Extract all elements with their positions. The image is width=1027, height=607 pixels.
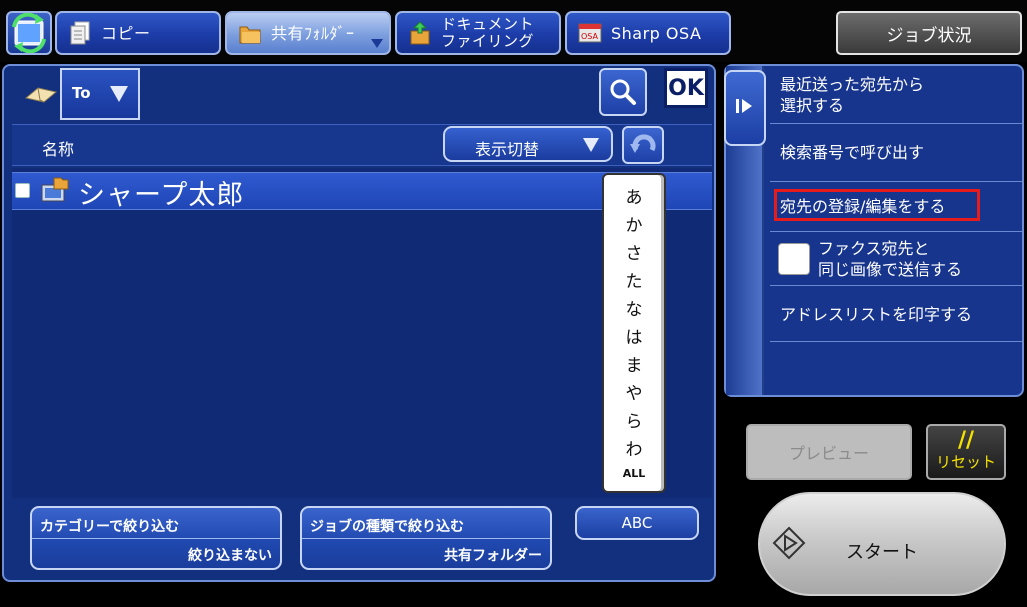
tab-shared-folder[interactable]: 共有ﾌｫﾙﾀﾞｰ [225,11,391,55]
abc-index-button[interactable]: ABC [575,506,699,540]
row-name: シャープ太郎 [78,180,245,211]
job-status-button[interactable]: ジョブ状況 [836,11,1022,55]
recent-destinations-line2: 選択する [780,96,845,115]
job-type-filter-value: 共有フォルダー [444,548,542,564]
search-number-label: 検索番号で呼び出す [780,143,925,162]
to-dropdown-label: To [72,84,91,102]
address-book-icon [24,87,58,103]
tab-document-filing-line1: ドキュメント [441,15,535,33]
home-button[interactable] [6,11,52,55]
document-filing-icon [410,21,430,45]
kana-sa[interactable]: さ [604,239,664,264]
print-address-list-item[interactable]: アドレスリストを印字する [770,286,1022,342]
recent-destinations-item[interactable]: 最近送った宛先から 選択する [770,66,1022,124]
search-icon [610,79,636,105]
to-dropdown[interactable]: To [60,68,140,120]
fax-same-image-line1: ファクス宛先と [818,239,930,258]
job-type-filter-label: ジョブの種類で絞り込む [310,519,464,535]
chevron-down-icon [371,39,383,48]
category-filter-button[interactable]: カテゴリーで絞り込む 絞り込まない [30,506,282,570]
row-checkbox[interactable] [15,183,30,198]
kana-wa[interactable]: わ [604,435,664,460]
highlight-register-edit [774,189,980,221]
start-label: スタート [846,542,918,563]
collapse-panel-button[interactable] [724,70,766,146]
chevron-down-icon [110,86,128,102]
action-list: 最近送った宛先から 選択する 検索番号で呼び出す 宛先の登録/編集をする ファク… [770,66,1022,395]
shared-folder-icon [239,26,261,44]
fax-same-image-line2: 同じ画像で送信する [818,260,963,279]
tab-shared-folder-label: 共有ﾌｫﾙﾀﾞｰ [271,23,355,43]
print-address-list-label: アドレスリストを印字する [780,305,973,324]
tab-copy[interactable]: コピー [55,11,221,55]
kana-ra[interactable]: ら [604,407,664,432]
divider [32,538,280,539]
name-column-header: 名称 [42,140,75,159]
copy-icon [70,21,90,45]
kana-ka[interactable]: か [604,211,664,236]
folder-address-icon [41,177,69,202]
preview-button[interactable]: プレビュー [746,424,912,480]
search-number-item[interactable]: 検索番号で呼び出す [770,124,1022,182]
view-switch-label: 表示切替 [475,140,540,159]
kana-all[interactable]: ALL [604,467,664,480]
divider [302,538,550,539]
tab-sharp-osa-label: Sharp OSA [611,23,702,43]
tab-document-filing-label: ドキュメント ファイリング [441,16,534,50]
undo-arrow-icon [630,134,656,153]
reset-slash-icon: // [957,428,975,453]
fax-same-image-checkbox[interactable] [778,243,810,275]
tab-document-filing[interactable]: ドキュメント ファイリング [395,11,561,55]
recent-destinations-line1: 最近送った宛先から [780,75,925,94]
home-icon [12,12,46,54]
kana-na[interactable]: な [604,295,664,320]
kana-ta[interactable]: た [604,267,664,292]
kana-ha[interactable]: は [604,323,664,348]
kana-a[interactable]: あ [604,183,664,208]
sort-toggle-button[interactable] [622,126,664,164]
kana-index[interactable]: あ か さ た な は ま や ら わ ALL [602,173,666,493]
category-filter-label: カテゴリーで絞り込む [40,519,180,535]
kana-ma[interactable]: ま [604,351,664,376]
reset-label: リセット [935,453,996,471]
ok-button[interactable]: OK [664,68,708,108]
view-switch-dropdown[interactable]: 表示切替 [443,126,613,162]
category-filter-value: 絞り込まない [188,548,272,564]
tab-copy-label: コピー [101,23,151,43]
play-arrow-icon [736,99,752,113]
start-diamond-icon [772,526,806,560]
osa-icon: OSA [578,23,602,43]
kana-ya[interactable]: や [604,379,664,404]
job-type-filter-button[interactable]: ジョブの種類で絞り込む 共有フォルダー [300,506,552,570]
start-button[interactable]: スタート [758,492,1006,596]
tab-document-filing-line2: ファイリング [441,32,535,50]
tab-sharp-osa[interactable]: OSA Sharp OSA [565,11,731,55]
reset-button[interactable]: // リセット [926,424,1006,480]
search-button[interactable] [599,68,647,116]
chevron-down-icon [583,138,599,152]
svg-text:OSA: OSA [581,32,599,41]
